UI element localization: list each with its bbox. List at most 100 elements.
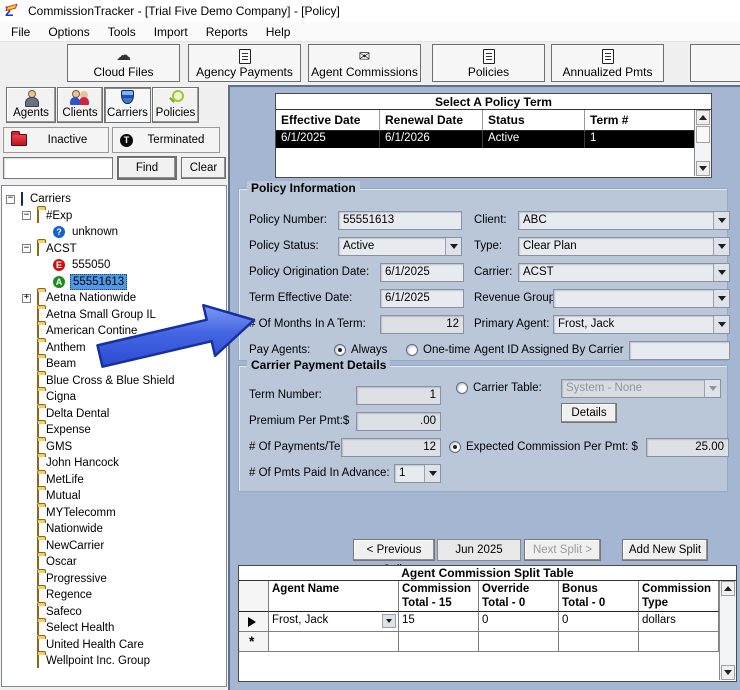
tree-item[interactable]: GMS xyxy=(2,439,226,456)
tree-item[interactable]: United Health Care xyxy=(2,637,226,654)
pay-agents-always-radio[interactable] xyxy=(334,344,346,356)
client-dropdown[interactable]: ABC xyxy=(518,211,730,230)
folder-icon xyxy=(37,540,39,552)
clipped-toolbar-button[interactable]: Al xyxy=(690,44,740,82)
carrier-table-radio[interactable] xyxy=(456,382,468,394)
chevron-down-icon[interactable] xyxy=(713,316,729,333)
primary-agent-dropdown[interactable]: Frost, Jack xyxy=(553,315,730,334)
tab-agents[interactable]: Agents xyxy=(6,87,56,123)
find-button[interactable]: Find xyxy=(118,157,176,179)
agent-commissions-button[interactable]: ✉ Agent Commissions xyxy=(308,44,421,82)
tree-item[interactable]: Beam xyxy=(2,356,226,373)
split-table-new-row[interactable] xyxy=(239,632,719,652)
clear-button[interactable]: Clear xyxy=(181,157,226,179)
collapse-expander-icon[interactable] xyxy=(22,211,37,220)
payments-per-term-field[interactable]: 12 xyxy=(341,438,441,457)
tree-item[interactable]: Regence xyxy=(2,587,226,604)
tree-item-selected[interactable]: 55551613 xyxy=(2,274,226,291)
tree-item[interactable]: #Exp xyxy=(2,208,226,225)
app-icon xyxy=(5,3,21,19)
tab-policies[interactable]: Policies xyxy=(152,87,199,123)
folder-icon xyxy=(37,292,39,304)
carrier-dropdown[interactable]: ACST xyxy=(518,263,730,282)
agency-payments-button[interactable]: Agency Payments xyxy=(188,44,301,82)
tree-item[interactable]: American Contine xyxy=(2,323,226,340)
collapse-expander-icon[interactable] xyxy=(6,195,21,204)
tree-item[interactable]: Expense xyxy=(2,422,226,439)
tree-item-carriers-root[interactable]: Carriers xyxy=(2,191,226,208)
menu-file[interactable]: File xyxy=(2,23,39,41)
tree-item[interactable]: ACST xyxy=(2,241,226,258)
scroll-down-icon[interactable] xyxy=(721,665,735,680)
expected-commission-field[interactable]: 25.00 xyxy=(646,438,729,457)
previous-split-button[interactable]: < Previous Split xyxy=(353,539,435,561)
tab-carriers[interactable]: Carriers xyxy=(104,87,151,123)
origination-date-field[interactable]: 6/1/2025 xyxy=(380,263,464,282)
scrollbar-thumb[interactable] xyxy=(696,126,710,143)
details-button[interactable]: Details xyxy=(561,403,617,423)
tree-item[interactable]: MetLife xyxy=(2,472,226,489)
menu-tools[interactable]: Tools xyxy=(99,23,145,41)
annualized-pmts-button[interactable]: Annualized Pmts xyxy=(551,44,664,82)
tab-clients[interactable]: Clients xyxy=(57,87,103,123)
menu-reports[interactable]: Reports xyxy=(197,23,257,41)
chevron-down-icon[interactable] xyxy=(713,264,729,281)
policy-term-scrollbar[interactable] xyxy=(694,110,711,176)
policy-number-field[interactable]: 55551613 xyxy=(338,211,462,230)
chevron-down-icon[interactable] xyxy=(445,238,461,255)
menu-help[interactable]: Help xyxy=(257,23,300,41)
chevron-down-icon[interactable] xyxy=(713,290,729,307)
expected-commission-radio[interactable] xyxy=(449,441,461,453)
menu-options[interactable]: Options xyxy=(39,23,98,41)
tree-item[interactable]: Select Health xyxy=(2,620,226,637)
tree-item[interactable]: Blue Cross & Blue Shield xyxy=(2,373,226,390)
tree-item[interactable]: Anthem xyxy=(2,340,226,357)
policies-button[interactable]: Policies xyxy=(432,44,545,82)
policy-term-row-selected[interactable]: 6/1/2025 6/1/2026 Active 1 xyxy=(276,131,694,148)
months-in-term-field[interactable]: 12 xyxy=(380,315,464,334)
chevron-down-icon[interactable] xyxy=(713,238,729,255)
expand-expander-icon[interactable] xyxy=(22,294,37,303)
collapse-expander-icon[interactable] xyxy=(22,244,37,253)
policy-status-dropdown[interactable]: Active xyxy=(338,237,462,256)
term-number-field[interactable]: 1 xyxy=(356,386,441,405)
scroll-down-icon[interactable] xyxy=(696,161,710,176)
chevron-down-icon[interactable] xyxy=(713,212,729,229)
chevron-down-icon[interactable] xyxy=(382,614,396,628)
tree-item[interactable]: NewCarrier xyxy=(2,538,226,555)
pay-agents-onetime-radio[interactable] xyxy=(406,344,418,356)
tree-item[interactable]: Nationwide xyxy=(2,521,226,538)
pmts-in-advance-label: # Of Pmts Paid In Advance: xyxy=(249,464,390,482)
tree-item[interactable]: 555050 xyxy=(2,257,226,274)
tree-item[interactable]: Wellpoint Inc. Group xyxy=(2,653,226,670)
premium-per-pmt-field[interactable]: .00 xyxy=(356,412,441,431)
agent-id-field[interactable] xyxy=(629,341,730,360)
tree-item[interactable]: Aetna Nationwide xyxy=(2,290,226,307)
tree-item[interactable]: Progressive xyxy=(2,571,226,588)
tree-item[interactable]: Delta Dental xyxy=(2,406,226,423)
split-table-scrollbar[interactable] xyxy=(719,581,736,680)
scroll-up-icon[interactable] xyxy=(721,581,735,596)
scroll-up-icon[interactable] xyxy=(696,110,710,125)
tree-item[interactable]: John Hancock xyxy=(2,455,226,472)
tree-item[interactable]: Cigna xyxy=(2,389,226,406)
pmts-in-advance-dropdown[interactable]: 1 xyxy=(394,464,441,483)
term-effective-date-field[interactable]: 6/1/2025 xyxy=(380,289,464,308)
tree-item[interactable]: Safeco xyxy=(2,604,226,621)
tree-item[interactable]: MYTelecomm xyxy=(2,505,226,522)
search-input[interactable] xyxy=(3,157,113,179)
tree-item[interactable]: unknown xyxy=(2,224,226,241)
cloud-files-button[interactable]: ☁ Cloud Files xyxy=(67,44,180,82)
tree-item[interactable]: Mutual xyxy=(2,488,226,505)
add-new-split-button[interactable]: Add New Split xyxy=(622,539,708,561)
tree-item[interactable]: Aetna Small Group IL xyxy=(2,307,226,324)
type-dropdown[interactable]: Clear Plan xyxy=(518,237,730,256)
menu-import[interactable]: Import xyxy=(145,23,197,41)
split-table-row[interactable]: Frost, Jack 15 0 0 dollars xyxy=(239,612,719,632)
inactive-filter-button[interactable]: Inactive xyxy=(3,127,109,153)
agent-name-cell[interactable]: Frost, Jack xyxy=(269,612,399,632)
chevron-down-icon[interactable] xyxy=(424,465,440,482)
revenue-group-dropdown[interactable] xyxy=(553,289,730,308)
tree-item[interactable]: Oscar xyxy=(2,554,226,571)
terminated-filter-button[interactable]: Terminated xyxy=(112,127,220,153)
